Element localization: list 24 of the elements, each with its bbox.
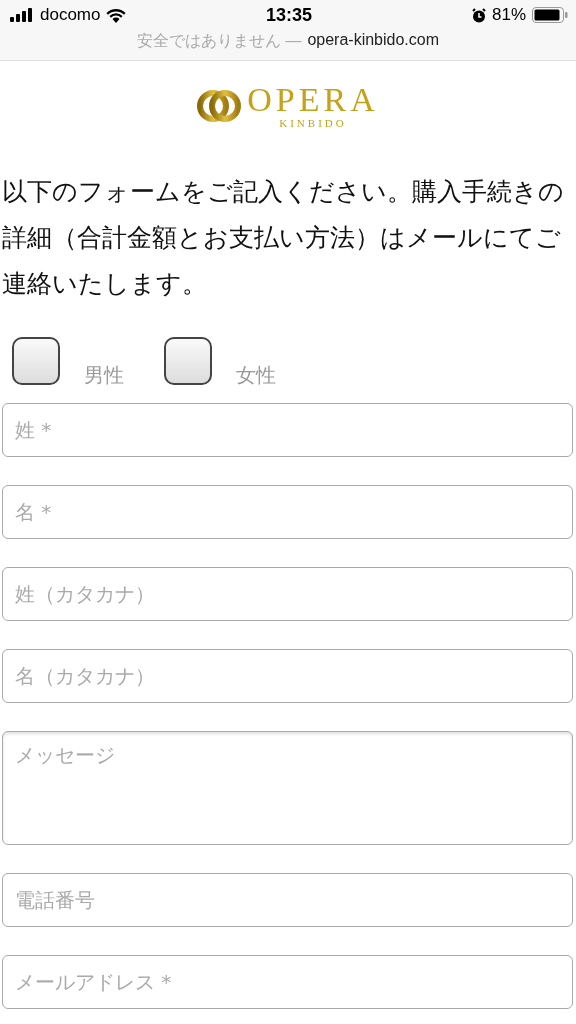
intro-text: 以下のフォームをご記入ください。購入手続きの詳細（合計金額とお支払い方法）はメールにてご連絡いたします。 — [2, 176, 565, 300]
input-field[interactable]: メールアドレス * — [2, 955, 573, 1009]
checkbox[interactable] — [12, 337, 60, 385]
checkbox-label: 女性 — [236, 362, 276, 389]
logo-wordmark: OPERA — [247, 83, 379, 117]
logo-subtitle: KINBIDO — [279, 117, 347, 129]
battery-icon — [532, 7, 568, 23]
checkbox[interactable] — [164, 337, 212, 385]
alarm-icon — [472, 7, 486, 23]
url-domain[interactable]: opera-kinbido.com — [307, 31, 440, 52]
signal-icon — [10, 8, 34, 22]
wifi-icon — [106, 7, 127, 23]
input-field[interactable]: 姓（カタカナ） — [2, 567, 573, 621]
input-field[interactable]: 電話番号 — [2, 873, 573, 927]
checkbox-label: 男性 — [84, 362, 124, 389]
battery-percent: 81% — [492, 5, 526, 25]
input-field[interactable]: 名（カタカナ） — [2, 649, 573, 703]
message-field[interactable]: メッセージ — [2, 731, 573, 845]
input-field[interactable]: 姓 * — [2, 403, 573, 457]
logo-rings-icon — [197, 89, 242, 123]
security-warning: 安全ではありません — — [136, 31, 302, 51]
clock-time: 13:35 — [266, 4, 313, 26]
carrier-name: docomo — [40, 5, 101, 25]
input-field[interactable]: 名 * — [2, 485, 573, 539]
